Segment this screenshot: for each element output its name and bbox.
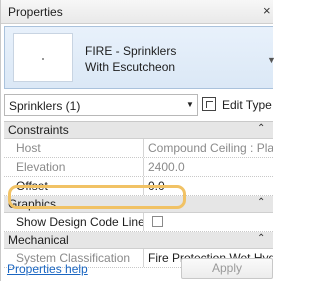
properties-footer: Properties help Apply [4, 256, 273, 281]
section-constraints[interactable]: Constraints ⌃ [4, 122, 273, 139]
property-row-elevation: Elevation 2400.0 [4, 158, 273, 177]
offset-value-field[interactable]: 0.0 [148, 177, 273, 195]
property-row-show-design-code-lines: Show Design Code Lines [4, 213, 273, 232]
properties-title-bar: Properties × [1, 0, 273, 24]
chevron-down-icon[interactable]: ▼ [267, 55, 276, 65]
property-label: Elevation [4, 158, 144, 176]
properties-help-link[interactable]: Properties help [7, 262, 88, 276]
collapse-icon[interactable]: ⌃ [257, 123, 265, 134]
close-icon[interactable]: × [263, 3, 271, 18]
dropdown-arrow-icon: ▼ [186, 100, 194, 109]
section-label: Graphics [8, 197, 57, 211]
type-preview-thumbnail [13, 33, 73, 82]
instance-filter-dropdown[interactable]: Sprinklers (1) ▼ [4, 94, 198, 116]
property-row-offset: Offset 0.0 [4, 177, 273, 196]
section-mechanical[interactable]: Mechanical ⌃ [4, 232, 273, 249]
property-value-cell [148, 213, 273, 231]
property-row-host: Host Compound Ceiling : Plain [4, 139, 273, 158]
edit-type-button[interactable]: Edit Type [202, 94, 273, 116]
section-label: Constraints [8, 123, 69, 137]
preview-dot [42, 58, 44, 60]
apply-button[interactable]: Apply [181, 258, 273, 279]
section-graphics[interactable]: Graphics ⌃ [4, 196, 273, 213]
edit-type-label: Edit Type [222, 98, 272, 112]
properties-panel: Properties × FIRE - Sprinklers With Escu… [0, 0, 276, 281]
edit-type-icon [202, 97, 216, 111]
property-label: Offset [4, 177, 144, 195]
collapse-icon[interactable]: ⌃ [257, 197, 265, 208]
type-name: FIRE - Sprinklers With Escutcheon [85, 43, 176, 75]
show-design-code-lines-checkbox[interactable] [152, 216, 163, 227]
properties-grid: Constraints ⌃ Host Compound Ceiling : Pl… [4, 121, 273, 268]
property-value: 2400.0 [148, 160, 185, 174]
instance-filter-value: Sprinklers (1) [9, 99, 81, 113]
property-label: Host [4, 139, 144, 157]
type-selector[interactable]: FIRE - Sprinklers With Escutcheon ▼ [4, 26, 276, 89]
type-name-line2: With Escutcheon [85, 60, 176, 74]
instance-row: Sprinklers (1) ▼ Edit Type [4, 94, 273, 118]
property-value: Compound Ceiling : Plain [148, 141, 273, 155]
property-label: Show Design Code Lines [4, 213, 144, 231]
collapse-icon[interactable]: ⌃ [257, 233, 265, 244]
type-name-line1: FIRE - Sprinklers [85, 44, 177, 58]
section-label: Mechanical [8, 233, 69, 247]
panel-title: Properties [8, 5, 63, 19]
